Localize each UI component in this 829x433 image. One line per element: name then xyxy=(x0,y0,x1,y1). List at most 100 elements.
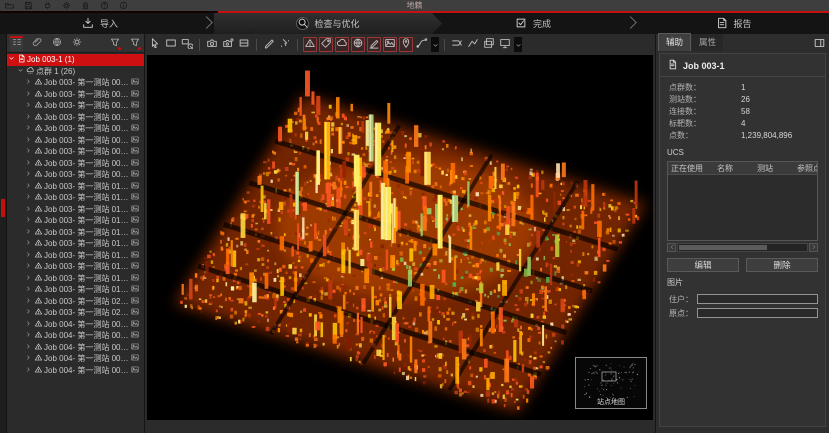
thumbnail-icon[interactable] xyxy=(129,89,141,100)
scrollbar-track[interactable] xyxy=(677,243,808,252)
tree-row[interactable]: Job 003- 第一测站 012 (5) xyxy=(7,204,144,216)
thumbnail-icon[interactable] xyxy=(129,296,141,307)
tree-list-icon[interactable] xyxy=(10,36,23,51)
station-marker-icon[interactable] xyxy=(303,37,317,52)
ucs-column-header[interactable]: 正在使用 xyxy=(668,163,714,174)
paperclip-icon[interactable] xyxy=(30,36,43,51)
camera-icon[interactable] xyxy=(205,37,219,52)
tree-row[interactable]: Job 004- 第一测站 003 (4) xyxy=(7,342,144,354)
gps-path-dropdown[interactable] xyxy=(431,37,439,52)
tree-row[interactable]: Job 003- 第一测站 002 (5) xyxy=(7,89,144,101)
polyline-icon[interactable] xyxy=(466,37,480,52)
zoom-window-icon[interactable] xyxy=(180,37,194,52)
thumbnail-icon[interactable] xyxy=(129,100,141,111)
pin-icon[interactable] xyxy=(399,37,413,52)
origin-input[interactable] xyxy=(697,308,818,318)
tree-row[interactable]: Job 003- 第一测站 006 (4) xyxy=(7,135,144,147)
rect-select-icon[interactable] xyxy=(164,37,178,52)
tree-row[interactable]: Job 003- 第一测站 008 (2) xyxy=(7,158,144,170)
info-circle-icon[interactable] xyxy=(119,1,128,10)
thumbnail-icon[interactable] xyxy=(129,146,141,157)
tree-row[interactable]: Job 003- 第一测站 007 (5) xyxy=(7,146,144,158)
tree-row[interactable]: Job 003-1 (1) xyxy=(7,54,144,66)
thumbnail-icon[interactable] xyxy=(129,204,141,215)
tree-row[interactable]: Job 004- 第一测站 004 (7) xyxy=(7,353,144,365)
tree-row[interactable]: 点群 1 (26) xyxy=(7,66,144,78)
scrollbar-thumb[interactable] xyxy=(679,245,767,250)
tree-row[interactable]: Job 003- 第一测站 016 (4) xyxy=(7,250,144,262)
scroll-right-button[interactable] xyxy=(809,243,818,252)
pick-points-icon[interactable] xyxy=(278,37,292,52)
funnel-icon-2[interactable] xyxy=(128,36,141,51)
monitor-dropdown[interactable] xyxy=(514,37,522,52)
minimap[interactable]: 站点地图 xyxy=(575,357,647,409)
thumbnail-icon[interactable] xyxy=(129,181,141,192)
image-icon[interactable] xyxy=(383,37,397,52)
edit-button[interactable]: 编辑 xyxy=(667,258,739,272)
tree-row[interactable]: Job 003- 第一测站 021 (9) xyxy=(7,307,144,319)
open-folder-icon[interactable] xyxy=(5,1,14,10)
thumbnail-icon[interactable] xyxy=(129,135,141,146)
thumbnail-icon[interactable] xyxy=(129,123,141,134)
thumbnail-icon[interactable] xyxy=(129,319,141,330)
funnel-icon-1[interactable] xyxy=(108,36,121,51)
ucs-column-header[interactable]: 测站 xyxy=(754,163,794,174)
tree-row[interactable]: Job 003- 第一测站 019 (2) xyxy=(7,284,144,296)
globe-icon[interactable] xyxy=(50,36,63,51)
pen-icon[interactable] xyxy=(262,37,276,52)
thumbnail-icon[interactable] xyxy=(129,365,141,376)
tree-row[interactable]: Job 003- 第一测站 011 (2) xyxy=(7,192,144,204)
tree-row[interactable]: Job 003- 第一测站 001 (6) xyxy=(7,77,144,89)
tree-row[interactable]: Job 004- 第一测站 005 (6) xyxy=(7,365,144,377)
thumbnail-icon[interactable] xyxy=(129,284,141,295)
tree-row[interactable]: Job 003- 第一测站 003 (4) xyxy=(7,100,144,112)
workflow-step-4[interactable]: 报告 xyxy=(638,13,829,34)
thumbnail-icon[interactable] xyxy=(129,192,141,203)
tag-icon[interactable] xyxy=(319,37,333,52)
save-icon[interactable] xyxy=(24,1,33,10)
thumbnail-icon[interactable] xyxy=(129,227,141,238)
annotation-pen-icon[interactable] xyxy=(367,37,381,52)
thumbnail-icon[interactable] xyxy=(129,215,141,226)
household-input[interactable] xyxy=(697,294,818,304)
tree-row[interactable]: Job 003- 第一测站 017 (3) xyxy=(7,261,144,273)
thumbnail-icon[interactable] xyxy=(129,112,141,123)
tree-row[interactable]: Job 003- 第一测站 020 (5) xyxy=(7,296,144,308)
trash-icon[interactable] xyxy=(81,1,90,10)
thumbnail-icon[interactable] xyxy=(129,169,141,180)
tree-row[interactable]: Job 003- 第一测站 004 (5) xyxy=(7,112,144,124)
tree-row[interactable]: Job 003- 第一测站 015 (4) xyxy=(7,238,144,250)
gear-icon[interactable] xyxy=(62,1,71,10)
tree-row[interactable]: Job 004- 第一测站 001 (3) xyxy=(7,319,144,331)
ucs-table-body[interactable] xyxy=(668,175,817,240)
thumbnail-icon[interactable] xyxy=(129,250,141,261)
camera-pin-icon[interactable] xyxy=(221,37,235,52)
workflow-step-2[interactable]: 检查与优化 xyxy=(214,13,442,34)
tree-row[interactable]: Job 003- 第一测站 014 (4) xyxy=(7,227,144,239)
thumbnail-icon[interactable] xyxy=(129,330,141,341)
cloud-icon[interactable] xyxy=(335,37,349,52)
thumbnail-icon[interactable] xyxy=(129,307,141,318)
gear-icon[interactable] xyxy=(70,36,83,51)
image-stack-icon[interactable] xyxy=(482,37,496,52)
sphere-icon[interactable] xyxy=(351,37,365,52)
thumbnail-icon[interactable] xyxy=(129,353,141,364)
pointer-icon[interactable] xyxy=(148,37,162,52)
monitor-icon[interactable] xyxy=(498,37,512,52)
tab-properties[interactable]: 属性 xyxy=(692,34,723,51)
tree-row[interactable]: Job 003- 第一测站 010 (3) xyxy=(7,181,144,193)
tab-auxiliary[interactable]: 辅助 xyxy=(658,33,691,51)
tree-row[interactable]: Job 004- 第一测站 002 (6) xyxy=(7,330,144,342)
thumbnail-icon[interactable] xyxy=(129,273,141,284)
ucs-column-header[interactable]: 名称 xyxy=(714,163,754,174)
pointcloud-viewport[interactable]: 站点地图 xyxy=(147,55,653,420)
panorama-icon[interactable] xyxy=(237,37,251,52)
tree-row[interactable]: Job 003- 第一测站 018 (4) xyxy=(7,273,144,285)
delete-button[interactable]: 删除 xyxy=(746,258,818,272)
collapsed-panel-handle[interactable] xyxy=(1,199,5,217)
ucs-column-header[interactable]: 参照点 xyxy=(794,163,817,174)
thumbnail-icon[interactable] xyxy=(129,77,141,88)
thumbnail-icon[interactable] xyxy=(129,158,141,169)
tree-row[interactable]: Job 003- 第一测站 005 (7) xyxy=(7,123,144,135)
gps-path-icon[interactable] xyxy=(415,37,429,52)
